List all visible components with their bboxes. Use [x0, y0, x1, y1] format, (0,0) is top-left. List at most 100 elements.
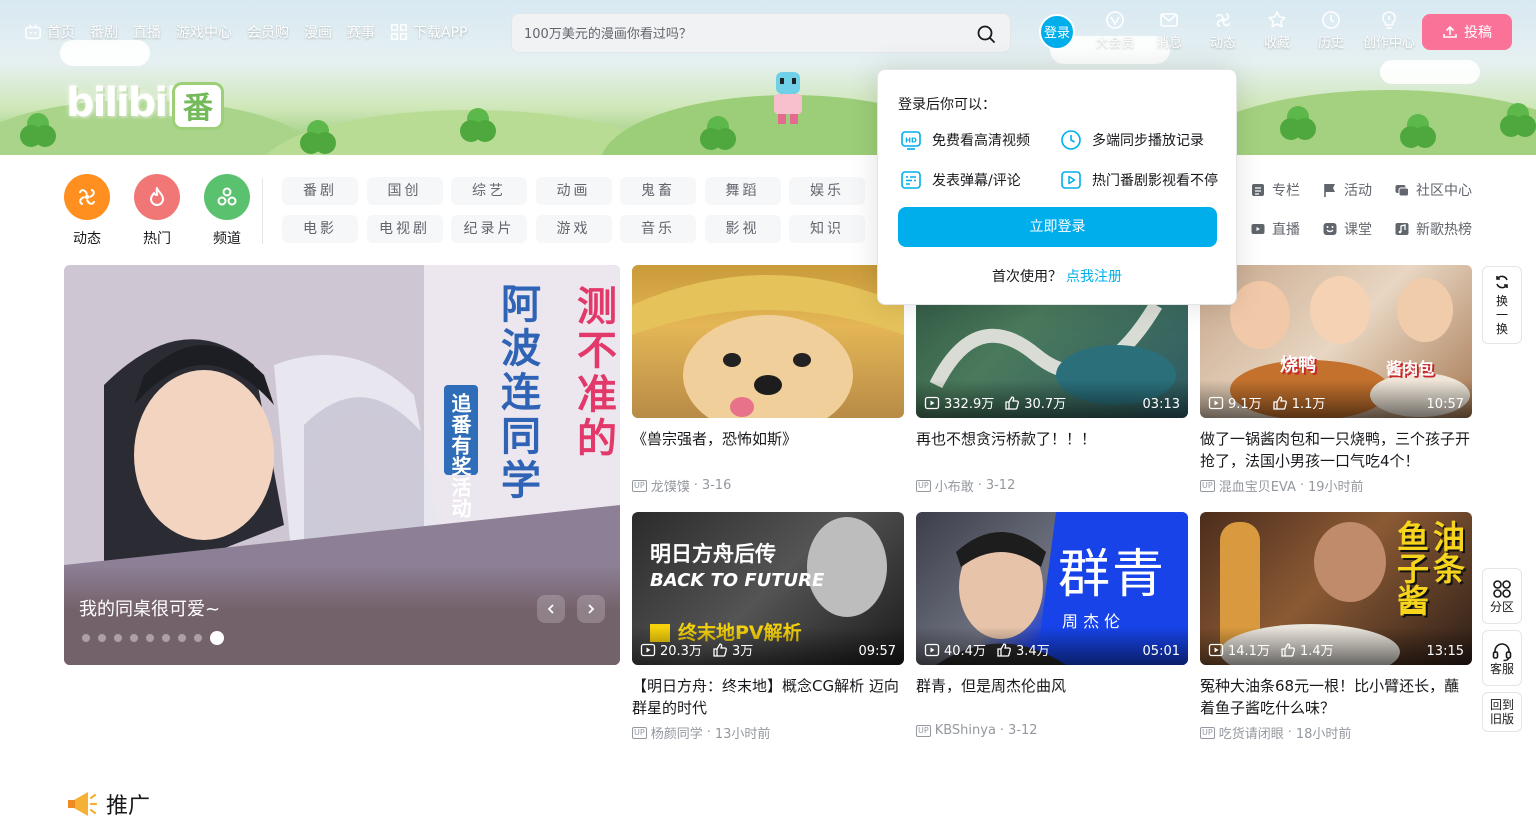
channel-animation[interactable]: 动画: [535, 177, 612, 205]
nav-creator-center[interactable]: 创作中心: [1358, 10, 1420, 51]
channel-kichiku[interactable]: 鬼畜: [620, 177, 696, 205]
register-link[interactable]: 点我注册: [1066, 269, 1122, 285]
nav-live[interactable]: 直播: [133, 22, 161, 42]
video-title[interactable]: 冤种大油条68元一根！比小臂还长，蘸着鱼子酱吃什么味？: [1200, 675, 1472, 719]
old-version-button[interactable]: 回到旧版: [1482, 692, 1522, 732]
nav-home-label: 首页: [47, 25, 75, 41]
dynamic-icon: [1216, 13, 1230, 27]
zone-button[interactable]: 分区: [1482, 568, 1522, 624]
link-live[interactable]: 直播: [1250, 219, 1322, 239]
link-column[interactable]: 专栏: [1250, 180, 1322, 200]
video-title[interactable]: 《兽宗强者，恐怖如斯》: [632, 428, 904, 472]
video-card[interactable]: 鱼子酱 油条 14.1万 1.4万 13:15 冤种大油条68元一根！比小臂还长…: [1200, 512, 1472, 742]
video-thumbnail[interactable]: 鱼子酱 油条 14.1万 1.4万 13:15: [1200, 512, 1472, 665]
channel-game[interactable]: 游戏: [535, 215, 612, 243]
nav-vip-label: 大会员: [1095, 36, 1135, 51]
nav-favorites[interactable]: 收藏: [1250, 10, 1304, 51]
link-community[interactable]: 社区中心: [1394, 180, 1484, 200]
video-thumbnail[interactable]: 明日方舟后传 BACK TO FUTURE 终末地PV解析 20.3万 3万 0…: [632, 512, 904, 665]
carousel-prev-button[interactable]: [537, 595, 565, 623]
channel-music[interactable]: 音乐: [620, 215, 696, 243]
video-thumbnail[interactable]: 群青 周 杰 伦 40.4万 3.4万 05:01: [916, 512, 1188, 665]
login-avatar-button[interactable]: 登录: [1039, 14, 1075, 50]
upload-button[interactable]: 投稿: [1422, 14, 1512, 50]
video-duration: 05:01: [1142, 644, 1180, 659]
channel-tv-series[interactable]: 电视剧: [366, 215, 443, 243]
entry-hot-circle: [134, 174, 180, 220]
video-card[interactable]: 明日方舟后传 BACK TO FUTURE 终末地PV解析 20.3万 3万 0…: [632, 512, 904, 742]
channel-movie[interactable]: 电影: [282, 215, 358, 243]
chevron-left-icon: [547, 604, 554, 614]
flame-icon: [150, 187, 164, 206]
link-music-chart[interactable]: 新歌热榜: [1394, 219, 1484, 239]
video-author[interactable]: 混血宝贝EVA: [1219, 476, 1296, 495]
like-count-value: 30.7万: [1024, 397, 1067, 412]
nav-esports[interactable]: 赛事: [347, 22, 375, 42]
login-now-button[interactable]: 立即登录: [898, 207, 1217, 247]
link-classroom[interactable]: 课堂: [1322, 219, 1394, 239]
video-card[interactable]: 烧鸭 酱肉包 9.1万 1.1万 10:57 做了一锅酱肉包和一只烧鸭，三个孩子…: [1200, 265, 1472, 495]
carousel-dot[interactable]: [114, 634, 122, 642]
entry-dynamic[interactable]: 动态: [64, 174, 110, 248]
nav-home[interactable]: 首页: [24, 22, 75, 42]
carousel-dot[interactable]: [98, 634, 106, 642]
link-activity[interactable]: 活动: [1322, 180, 1394, 200]
video-author[interactable]: 龙馍馍: [651, 476, 690, 495]
video-thumbnail[interactable]: [632, 265, 904, 418]
video-author[interactable]: 吃货请闭眼: [1219, 723, 1284, 742]
channel-guochuang[interactable]: 国创: [366, 177, 443, 205]
nav-vip[interactable]: 大会员: [1088, 10, 1142, 51]
entry-channels[interactable]: 频道: [204, 174, 250, 248]
nav-game-center[interactable]: 游戏中心: [176, 22, 232, 42]
video-thumbnail[interactable]: 烧鸭 酱肉包 9.1万 1.1万 10:57: [1200, 265, 1472, 418]
mascot-sprite-icon: [774, 72, 802, 124]
channel-knowledge[interactable]: 知识: [789, 215, 865, 243]
video-author[interactable]: 杨颜同学: [651, 723, 703, 742]
banner-carousel[interactable]: 测不准的 阿波连同学 追番有奖活动 我的同桌很可爱~: [64, 265, 620, 665]
video-title[interactable]: 【明日方舟：终末地】概念CG解析 迈向群星的时代: [632, 675, 904, 719]
video-author[interactable]: KBShinya: [935, 723, 996, 738]
channel-variety[interactable]: 综艺: [451, 177, 527, 205]
carousel-dot[interactable]: [194, 634, 202, 642]
video-title[interactable]: 群青，但是周杰伦曲风: [916, 675, 1188, 719]
video-card[interactable]: 群青 周 杰 伦 40.4万 3.4万 05:01 群青，但是周杰伦曲风 UP …: [916, 512, 1188, 738]
entry-hot[interactable]: 热门: [134, 174, 180, 248]
channel-dance[interactable]: 舞蹈: [704, 177, 781, 205]
video-meta: UP 小布敢 · 3-12: [916, 476, 1188, 495]
nav-vip-shop[interactable]: 会员购: [247, 22, 289, 42]
view-count-value: 332.9万: [944, 397, 995, 412]
carousel-dot[interactable]: [130, 634, 138, 642]
channel-film[interactable]: 影视: [704, 215, 781, 243]
nav-bangumi[interactable]: 番剧: [90, 22, 118, 42]
up-badge-icon: UP: [916, 724, 931, 737]
video-card[interactable]: 《兽宗强者，恐怖如斯》 UP 龙馍馍 · 3-16: [632, 265, 904, 495]
thumbnail-caption-b: BACK TO FUTURE: [650, 570, 825, 591]
carousel-dot-active[interactable]: [210, 631, 224, 645]
channel-documentary[interactable]: 纪录片: [451, 215, 527, 243]
search-icon[interactable]: [976, 24, 996, 44]
carousel-title[interactable]: 我的同桌很可爱~: [79, 595, 220, 621]
nav-dynamic[interactable]: 动态: [1196, 10, 1250, 51]
nav-history[interactable]: 历史: [1304, 10, 1358, 51]
service-button[interactable]: 客服: [1482, 630, 1522, 686]
nav-download-app[interactable]: 下载APP: [390, 22, 467, 42]
carousel-dot[interactable]: [178, 634, 186, 642]
video-title[interactable]: 做了一锅酱肉包和一只烧鸭，三个孩子开抢了，法国小男孩一口气吃4个！: [1200, 428, 1472, 472]
nav-manga[interactable]: 漫画: [304, 22, 332, 42]
carousel-dot[interactable]: [162, 634, 170, 642]
search-input[interactable]: [524, 22, 954, 46]
refresh-button[interactable]: 换一换: [1482, 266, 1522, 344]
nav-right: 大会员 消息 动态 收藏 历史 创作中心: [1088, 10, 1420, 51]
carousel-dot[interactable]: [146, 634, 154, 642]
bilibili-logo[interactable]: bilibili: [66, 80, 192, 126]
carousel-next-button[interactable]: [577, 595, 605, 623]
video-author[interactable]: 小布敢: [935, 476, 974, 495]
nav-messages[interactable]: 消息: [1142, 10, 1196, 51]
channel-bangumi[interactable]: 番剧: [282, 177, 358, 205]
community-icon: [1395, 185, 1409, 197]
carousel-dot[interactable]: [82, 634, 90, 642]
video-duration: 09:57: [858, 644, 896, 659]
nav-history-label: 历史: [1317, 36, 1344, 51]
channel-entertainment[interactable]: 娱乐: [789, 177, 865, 205]
video-title[interactable]: 再也不想贪污桥款了！！！: [916, 428, 1188, 472]
